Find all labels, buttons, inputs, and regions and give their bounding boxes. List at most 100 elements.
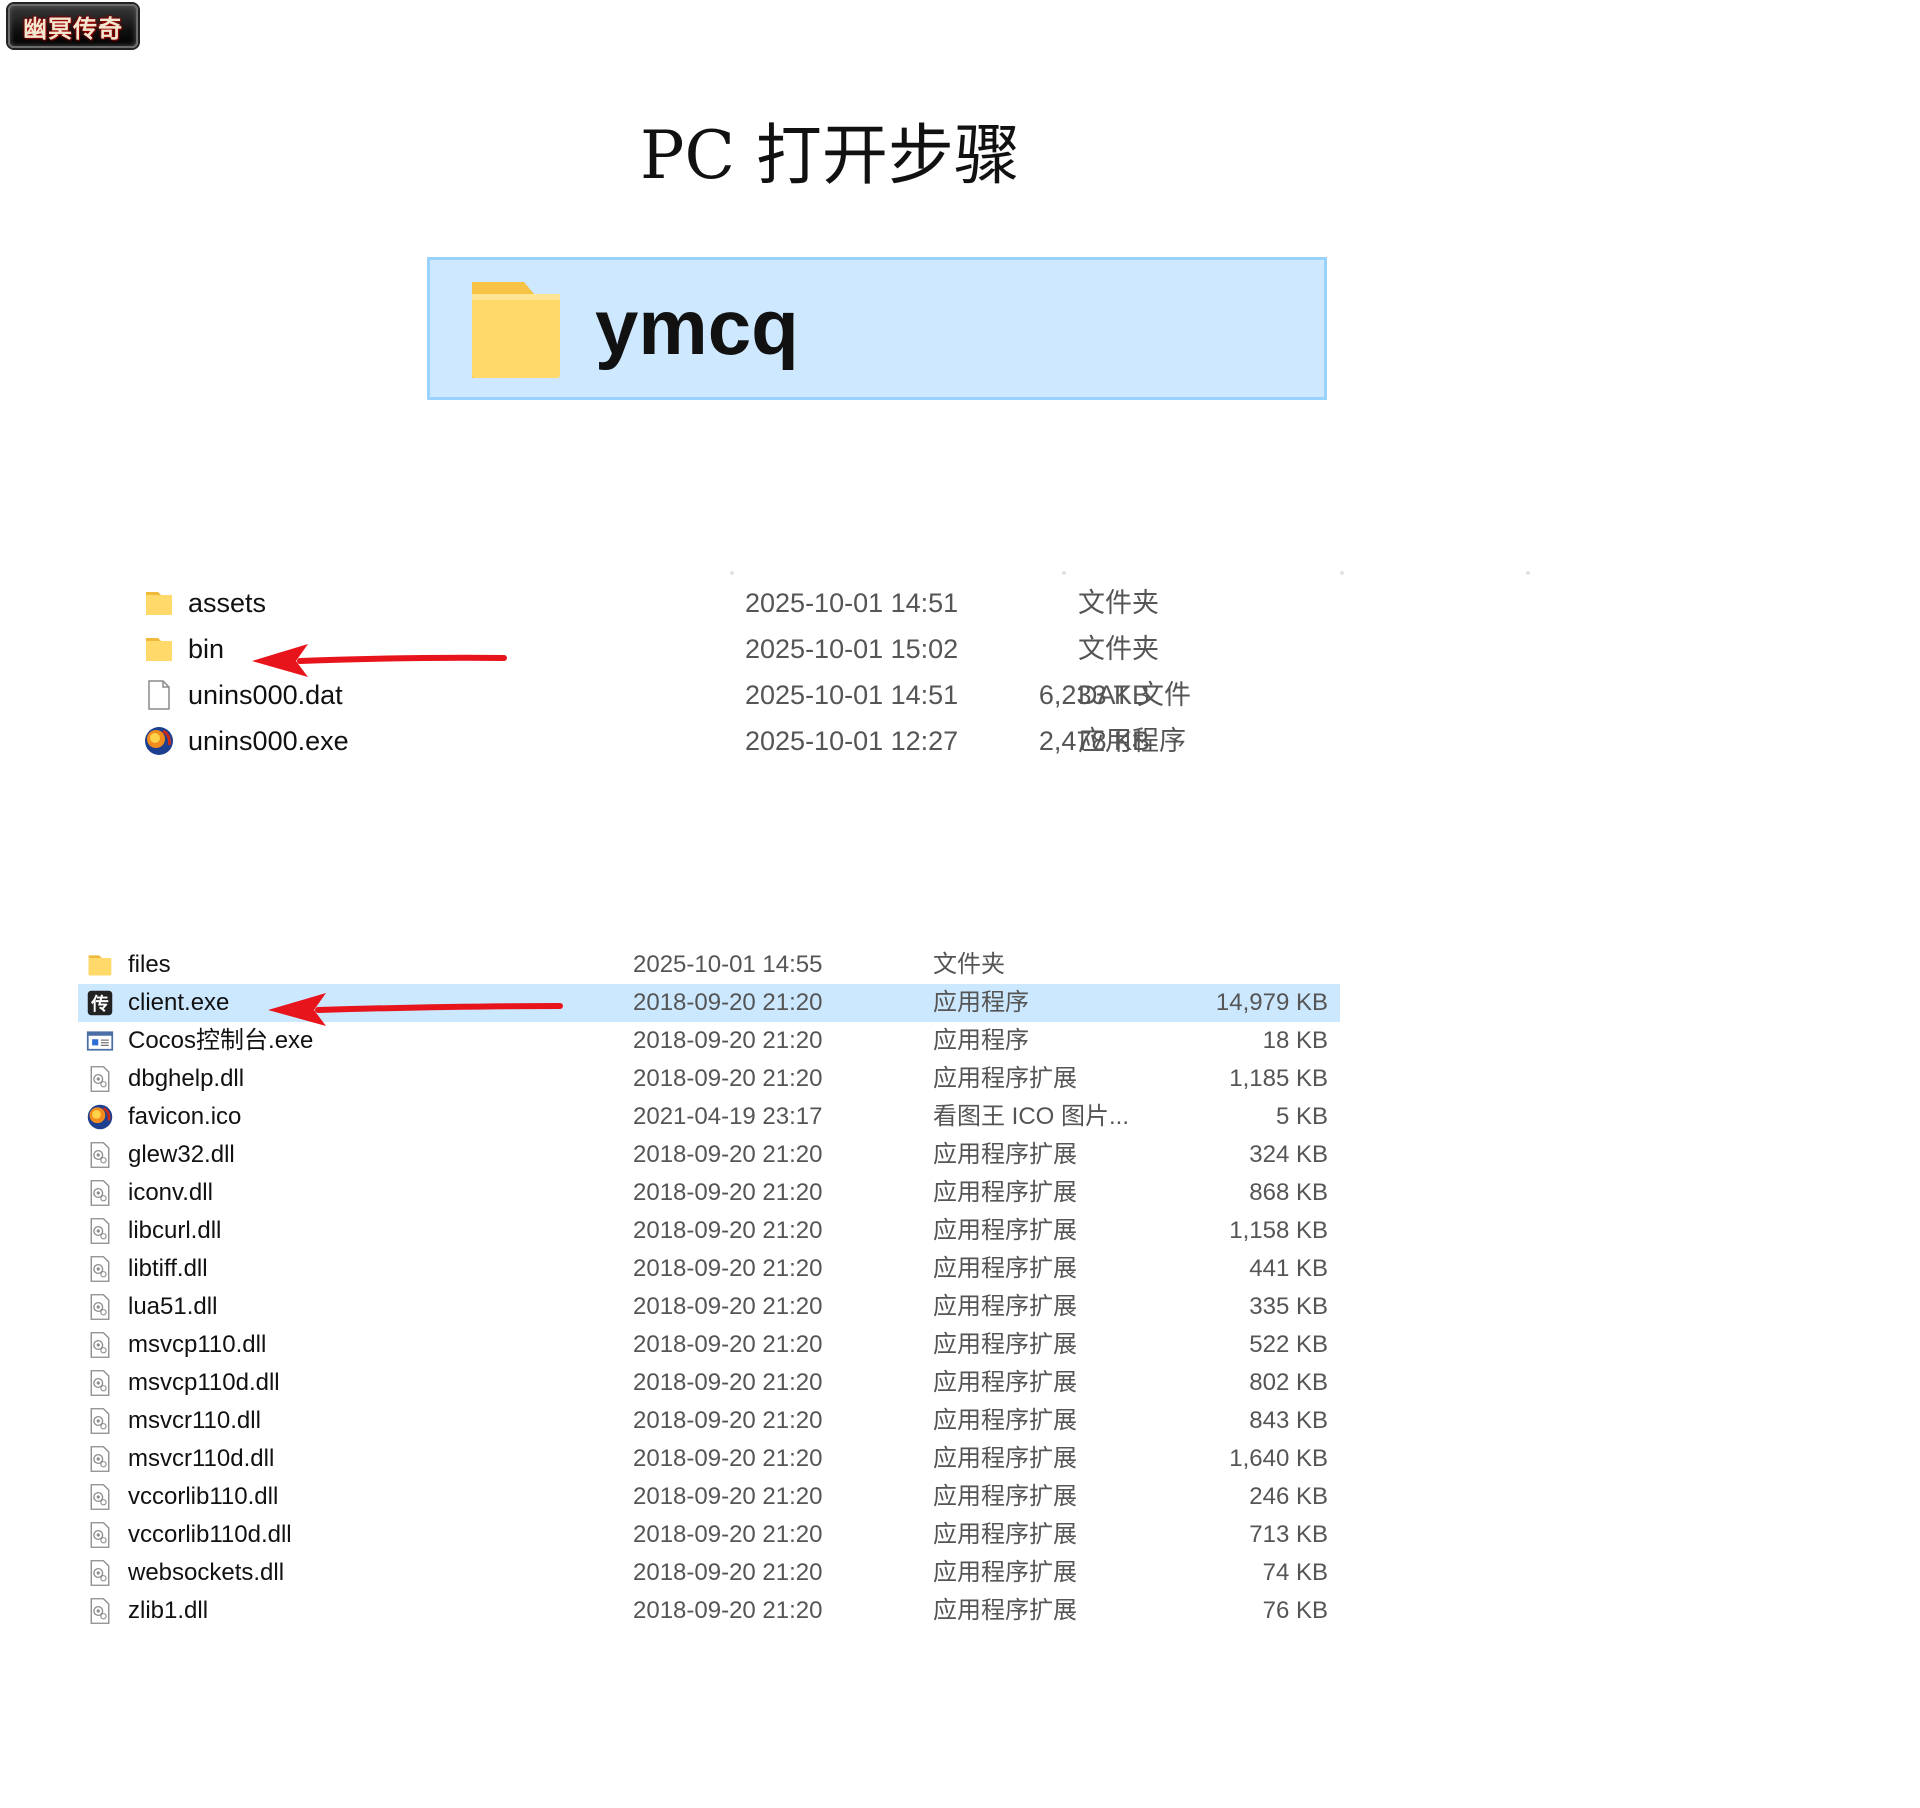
file-name: dbghelp.dll xyxy=(128,1065,245,1092)
dll-icon xyxy=(86,1331,114,1359)
file-type: 应用程序扩展 xyxy=(933,1217,1077,1244)
file-size: 843 KB xyxy=(1249,1407,1328,1434)
file-row-msvcp110-dll[interactable]: msvcp110.dll 2018-09-20 21:20 应用程序扩展 522 KB xyxy=(78,1326,1340,1364)
file-row-unins000-exe[interactable]: unins000.exe 2025-10-01 12:27 应用程序 2,478 KB xyxy=(0,718,1560,764)
file-name: assets xyxy=(188,588,267,618)
folder-icon xyxy=(86,951,114,979)
file-size: 441 KB xyxy=(1249,1255,1328,1282)
file-date-modified: 2018-09-20 21:20 xyxy=(633,1331,823,1358)
file-date-modified: 2018-09-20 21:20 xyxy=(633,1065,823,1092)
file-type: 文件夹 xyxy=(933,951,1005,978)
folder-icon xyxy=(472,282,560,378)
file-row-libtiff-dll[interactable]: libtiff.dll 2018-09-20 21:20 应用程序扩展 441 KB xyxy=(78,1250,1340,1288)
file-row-msvcr110-dll[interactable]: msvcr110.dll 2018-09-20 21:20 应用程序扩展 843 KB xyxy=(78,1402,1340,1440)
file-list-ymcq: assets 2025-10-01 14:51 文件夹 bin 2025-10-01 1… xyxy=(0,580,1560,780)
folder-icon xyxy=(143,632,175,666)
file-type: 应用程序扩展 xyxy=(933,1255,1077,1282)
file-type: 应用程序扩展 xyxy=(933,1407,1077,1434)
file-size: 802 KB xyxy=(1249,1369,1328,1396)
column-divider xyxy=(730,571,734,575)
file-row-unins000-dat[interactable]: unins000.dat 2025-10-01 14:51 DAT 文件 6,233 … xyxy=(0,672,1560,718)
file-row-dbghelp-dll[interactable]: dbghelp.dll 2018-09-20 21:20 应用程序扩展 1,185 K… xyxy=(78,1060,1340,1098)
file-type: 应用程序扩展 xyxy=(933,1483,1077,1510)
file-row-iconv-dll[interactable]: iconv.dll 2018-09-20 21:20 应用程序扩展 868 KB xyxy=(78,1174,1340,1212)
app-icon xyxy=(86,1103,114,1131)
file-size: 14,979 KB xyxy=(1215,989,1328,1016)
file-name: msvcp110.dll xyxy=(128,1331,267,1358)
folder-icon xyxy=(143,586,175,620)
file-date-modified: 2018-09-20 21:20 xyxy=(633,1141,823,1168)
file-row-assets[interactable]: assets 2025-10-01 14:51 文件夹 xyxy=(0,580,1560,626)
dll-icon xyxy=(86,1407,114,1435)
file-size: 74 KB xyxy=(1262,1559,1328,1586)
file-type: 应用程序扩展 xyxy=(933,1141,1077,1168)
file-date-modified: 2025-10-01 14:51 xyxy=(745,588,959,618)
file-size: 1,640 KB xyxy=(1229,1445,1328,1472)
file-size: 1,158 KB xyxy=(1229,1217,1328,1244)
file-date-modified: 2025-10-01 14:55 xyxy=(633,951,823,978)
console-window-icon xyxy=(86,1027,114,1055)
file-size: 713 KB xyxy=(1249,1521,1328,1548)
dll-icon xyxy=(86,1217,114,1245)
file-row-vccorlib110d-dll[interactable]: vccorlib110d.dll 2018-09-20 21:20 应用程序扩展 71… xyxy=(78,1516,1340,1554)
dll-icon xyxy=(86,1483,114,1511)
file-date-modified: 2018-09-20 21:20 xyxy=(633,1483,823,1510)
dll-icon xyxy=(86,1445,114,1473)
file-row-bin[interactable]: bin 2025-10-01 15:02 文件夹 xyxy=(0,626,1560,672)
file-size: 5 KB xyxy=(1275,1103,1328,1130)
file-name: vccorlib110.dll xyxy=(128,1483,279,1510)
file-date-modified: 2018-09-20 21:20 xyxy=(633,1445,823,1472)
file-size: 868 KB xyxy=(1249,1179,1328,1206)
file-row-vccorlib110-dll[interactable]: vccorlib110.dll 2018-09-20 21:20 应用程序扩展 246… xyxy=(78,1478,1340,1516)
file-icon xyxy=(143,678,175,712)
folder-item-ymcq[interactable]: ymcq xyxy=(427,257,1327,400)
game-logo-text: 幽冥传奇 xyxy=(23,13,123,43)
file-type: 应用程序扩展 xyxy=(933,1445,1077,1472)
file-date-modified: 2018-09-20 21:20 xyxy=(633,1217,823,1244)
file-name: favicon.ico xyxy=(128,1103,242,1130)
file-type: 应用程序扩展 xyxy=(933,1369,1077,1396)
file-date-modified: 2025-10-01 15:02 xyxy=(745,634,959,664)
file-name: msvcr110d.dll xyxy=(128,1445,275,1472)
file-date-modified: 2018-09-20 21:20 xyxy=(633,1369,823,1396)
file-date-modified: 2025-10-01 12:27 xyxy=(745,726,959,756)
file-name: unins000.exe xyxy=(188,726,349,756)
file-row-zlib1-dll[interactable]: zlib1.dll 2018-09-20 21:20 应用程序扩展 76 KB xyxy=(78,1592,1340,1630)
file-row-libcurl-dll[interactable]: libcurl.dll 2018-09-20 21:20 应用程序扩展 1,158 K… xyxy=(78,1212,1340,1250)
file-type: 应用程序扩展 xyxy=(933,1521,1077,1548)
file-row-glew32-dll[interactable]: glew32.dll 2018-09-20 21:20 应用程序扩展 324 KB xyxy=(78,1136,1340,1174)
column-divider xyxy=(1526,571,1530,575)
file-name: msvcr110.dll xyxy=(128,1407,261,1434)
dll-icon xyxy=(86,1141,114,1169)
dll-icon xyxy=(86,1369,114,1397)
file-type: 应用程序扩展 xyxy=(933,1179,1077,1206)
file-name: files xyxy=(128,951,171,978)
svg-text:传: 传 xyxy=(90,994,109,1015)
file-row-websockets-dll[interactable]: websockets.dll 2018-09-20 21:20 应用程序扩展 74 K… xyxy=(78,1554,1340,1592)
file-date-modified: 2025-10-01 14:51 xyxy=(745,680,959,710)
file-name: client.exe xyxy=(128,989,230,1016)
file-name: msvcp110d.dll xyxy=(128,1369,280,1396)
column-divider xyxy=(1062,571,1066,575)
file-name: bin xyxy=(188,634,225,664)
file-type: 应用程序 xyxy=(933,989,1029,1016)
file-list-bin: files 2025-10-01 14:55 文件夹传 client.exe 2018-… xyxy=(0,946,1340,1646)
file-row-favicon-ico[interactable]: favicon.ico 2021-04-19 23:17 看图王 ICO 图片...… xyxy=(78,1098,1340,1136)
file-type: 看图王 ICO 图片... xyxy=(933,1103,1130,1130)
file-row-lua51-dll[interactable]: lua51.dll 2018-09-20 21:20 应用程序扩展 335 KB xyxy=(78,1288,1340,1326)
dll-icon xyxy=(86,1559,114,1587)
dll-icon xyxy=(86,1065,114,1093)
file-row-msvcp110d-dll[interactable]: msvcp110d.dll 2018-09-20 21:20 应用程序扩展 802 K… xyxy=(78,1364,1340,1402)
file-row-msvcr110d-dll[interactable]: msvcr110d.dll 2018-09-20 21:20 应用程序扩展 1,640… xyxy=(78,1440,1340,1478)
file-row-files[interactable]: files 2025-10-01 14:55 文件夹 xyxy=(78,946,1340,984)
file-name: libtiff.dll xyxy=(128,1255,208,1282)
file-date-modified: 2018-09-20 21:20 xyxy=(633,1559,823,1586)
file-type: 应用程序扩展 xyxy=(933,1065,1077,1092)
dll-icon xyxy=(86,1255,114,1283)
page-title: PC 打开步骤 xyxy=(640,117,1020,194)
file-date-modified: 2018-09-20 21:20 xyxy=(633,1179,823,1206)
file-type: 文件夹 xyxy=(1078,634,1159,664)
dll-icon xyxy=(86,1597,114,1625)
game-logo: 幽冥传奇 xyxy=(8,4,138,48)
file-size: 2,478 KB xyxy=(1038,726,1150,756)
